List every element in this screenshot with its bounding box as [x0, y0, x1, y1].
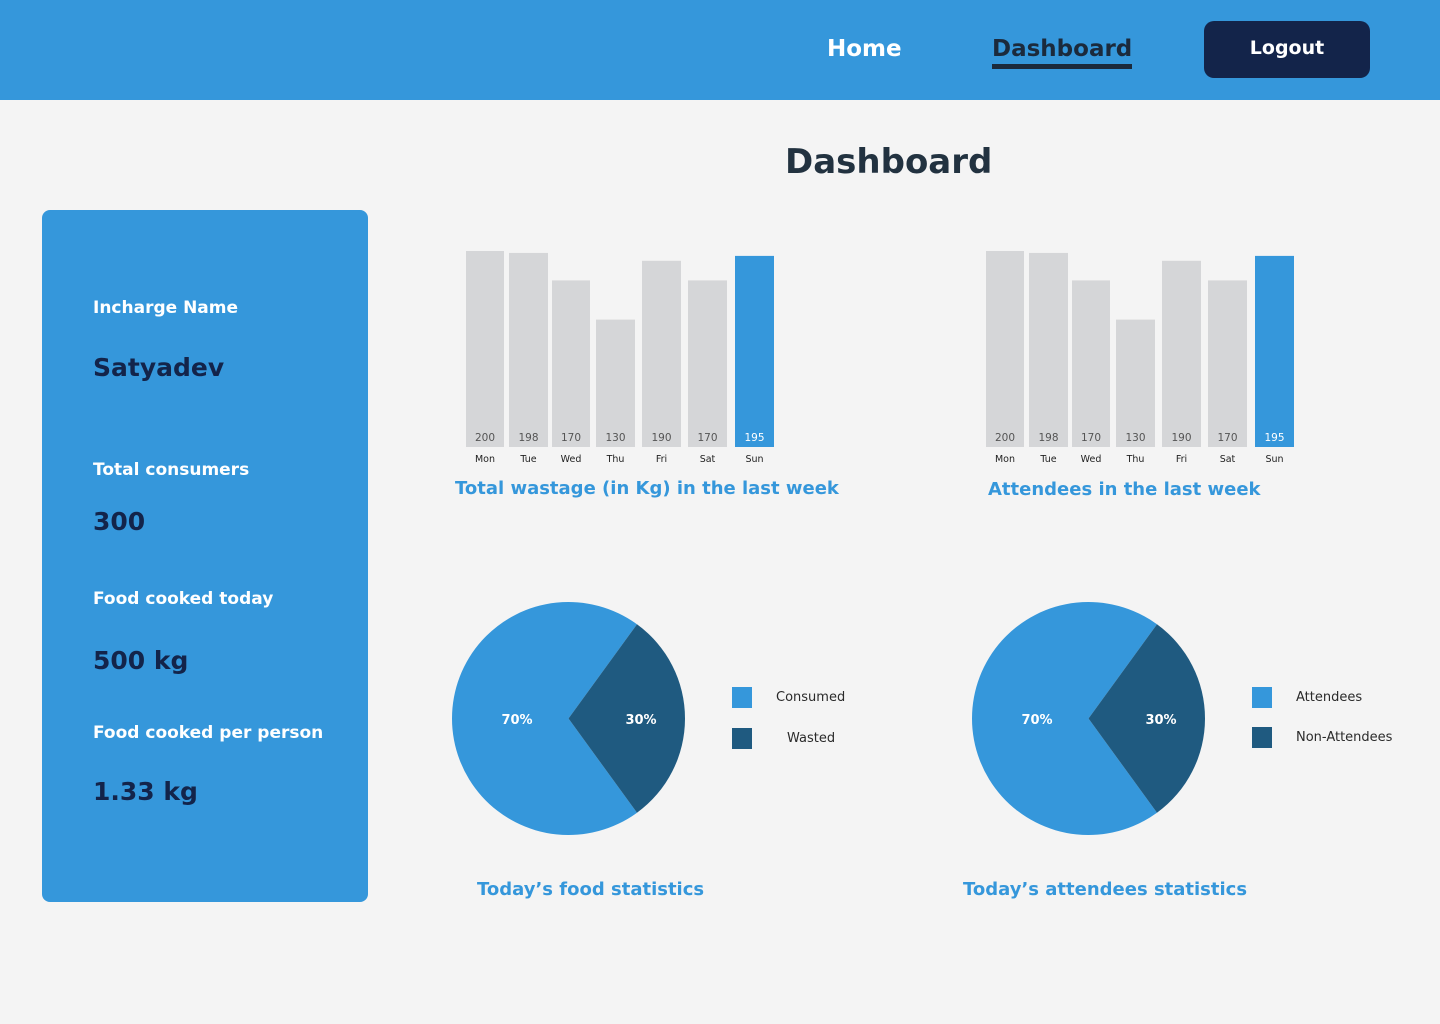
legend-swatch-consumed: [732, 686, 752, 708]
bar-mon: [986, 251, 1024, 447]
bar-value-label: 195: [1264, 432, 1284, 444]
legend-label-attendees: Attendees: [1296, 689, 1363, 705]
bar-wed: [552, 280, 590, 447]
bar-value-label: 170: [1081, 432, 1101, 444]
attendees-pie-chart: 70% 30%: [972, 602, 1205, 835]
legend-swatch-non-attendees: [1252, 726, 1272, 748]
legend-swatch-attendees: [1252, 686, 1272, 708]
bar-sun: [1255, 255, 1294, 447]
incharge-label: Incharge Name: [93, 298, 239, 318]
attendees-stats-title: Today’s attendees statistics: [963, 879, 1248, 900]
per-person-value: 1.33 kg: [93, 777, 198, 806]
bar-category-label: Fri: [656, 454, 667, 465]
page-title: Dashboard: [785, 142, 993, 182]
legend-item-non-attendees: Non-Attendees: [1252, 726, 1392, 748]
bar-thu: [596, 319, 635, 447]
bar-category-label: Mon: [995, 454, 1015, 465]
bar-sat: [1208, 280, 1247, 447]
legend-item-wasted: Wasted: [732, 727, 835, 749]
bar-fri: [1162, 260, 1201, 447]
bar-value-label: 200: [475, 432, 495, 444]
bar-value-label: 198: [518, 432, 538, 444]
bar-category-label: Sun: [745, 454, 763, 465]
bar-category-label: Mon: [475, 454, 495, 465]
pie-percent-label: 30%: [625, 713, 656, 728]
food-pie-chart: 70% 30%: [452, 602, 685, 835]
legend-label-non-attendees: Non-Attendees: [1296, 729, 1393, 745]
bar-mon: [466, 251, 504, 447]
cooked-label: Food cooked today: [93, 589, 274, 609]
bar-category-label: Fri: [1176, 454, 1187, 465]
wastage-chart-title: Total wastage (in Kg) in the last week: [455, 478, 839, 499]
top-navbar: Home Dashboard Logout: [0, 0, 1440, 100]
bar-thu: [1116, 319, 1155, 447]
bar-wed: [1072, 280, 1110, 447]
legend-label-consumed: Consumed: [776, 689, 846, 705]
bar-fri: [642, 260, 681, 447]
bar-tue: [1029, 252, 1068, 447]
bar-category-label: Wed: [561, 454, 582, 465]
legend-label-wasted: Wasted: [787, 730, 836, 746]
bar-value-label: 130: [1125, 432, 1145, 444]
legend-item-consumed: Consumed: [732, 686, 845, 708]
pie-percent-label: 30%: [1145, 713, 1176, 728]
bar-value-label: 170: [1217, 432, 1237, 444]
bar-category-label: Sun: [1265, 454, 1283, 465]
wastage-bar-chart: 200 Mon 198 Tue 170 Wed 130 Thu 190 Fri 170 Sat 195 S…: [466, 251, 774, 465]
legend-item-attendees: Attendees: [1252, 686, 1362, 708]
bar-category-label: Sat: [1220, 454, 1236, 465]
bar-value-label: 130: [605, 432, 625, 444]
bar-category-label: Sat: [700, 454, 716, 465]
bar-category-label: Thu: [606, 454, 625, 465]
consumers-label: Total consumers: [93, 460, 250, 480]
bar-value-label: 170: [561, 432, 581, 444]
legend-swatch-wasted: [732, 727, 752, 749]
bar-value-label: 200: [995, 432, 1015, 444]
bar-value-label: 198: [1038, 432, 1058, 444]
bar-value-label: 170: [697, 432, 717, 444]
attendees-bar-chart: 200 Mon 198 Tue 170 Wed 130 Thu 190 Fri 170 Sat 195 S…: [986, 251, 1294, 465]
logout-button[interactable]: Logout: [1204, 21, 1370, 78]
bar-category-label: Wed: [1081, 454, 1102, 465]
bar-value-label: 190: [651, 432, 671, 444]
bar-value-label: 195: [744, 432, 764, 444]
per-person-label: Food cooked per person: [93, 723, 324, 743]
bar-value-label: 190: [1171, 432, 1191, 444]
bar-sun: [735, 255, 774, 447]
bar-category-label: Tue: [1039, 454, 1056, 465]
nav-home-link[interactable]: Home: [827, 36, 902, 62]
nav-dashboard-link[interactable]: Dashboard: [992, 36, 1133, 69]
bar-sat: [688, 280, 727, 447]
bar-category-label: Tue: [519, 454, 536, 465]
summary-card: Incharge Name Satyadev Total consumers 3…: [42, 210, 368, 902]
bar-tue: [509, 252, 548, 447]
pie-percent-label: 70%: [1021, 713, 1052, 728]
attendees-chart-title: Attendees in the last week: [988, 479, 1261, 500]
food-stats-title: Today’s food statistics: [477, 879, 705, 900]
consumers-value: 300: [93, 507, 146, 536]
bar-category-label: Thu: [1126, 454, 1145, 465]
pie-percent-label: 70%: [501, 713, 532, 728]
incharge-value: Satyadev: [93, 353, 225, 382]
cooked-value: 500 kg: [93, 646, 189, 675]
